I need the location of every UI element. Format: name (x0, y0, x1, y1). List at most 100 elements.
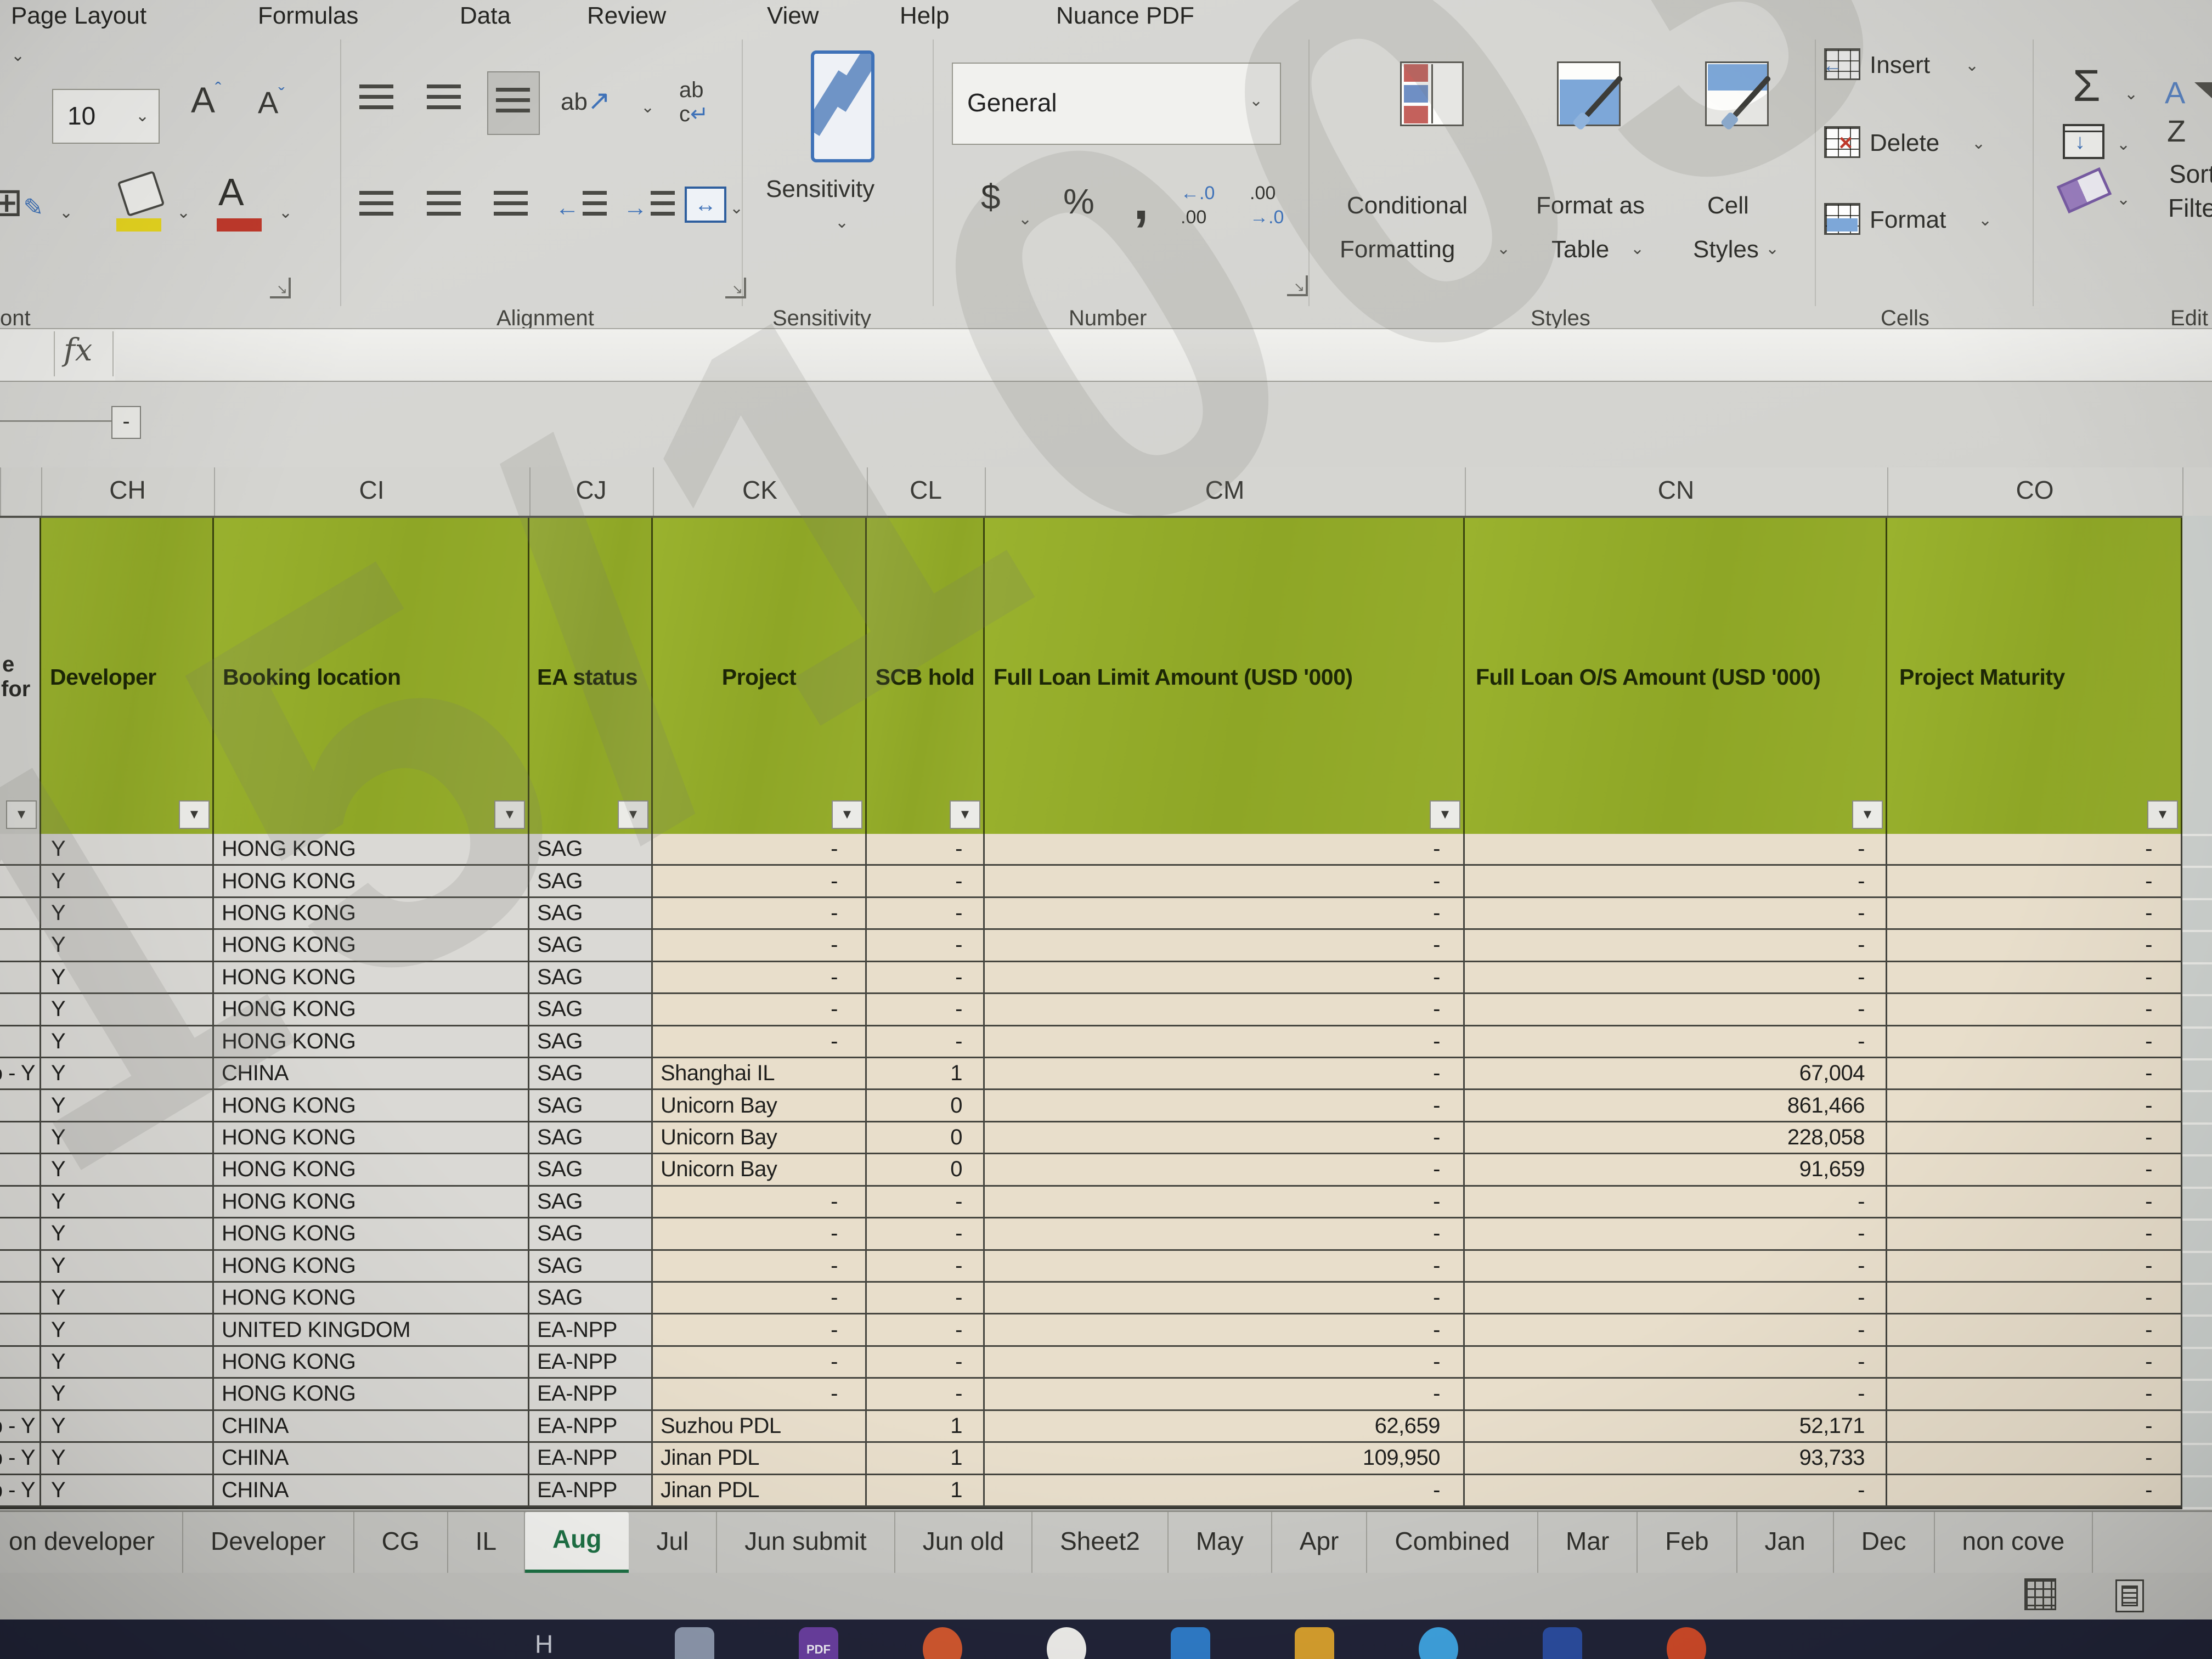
sheet-tab-jan[interactable]: Jan (1737, 1512, 1834, 1575)
align-center-icon[interactable] (427, 191, 461, 219)
cell[interactable]: Y (41, 994, 214, 1026)
cell[interactable]: - (867, 1379, 985, 1410)
ribbon-tab-data[interactable]: Data (460, 2, 511, 30)
cell[interactable]: - (1887, 1058, 2182, 1090)
sheet-tab-jun-old[interactable]: Jun old (895, 1512, 1032, 1575)
cell[interactable]: 0 (867, 1122, 985, 1154)
ribbon-tab-view[interactable]: View (767, 2, 819, 30)
cell[interactable]: - (985, 1187, 1465, 1218)
cell[interactable] (0, 898, 41, 930)
cell[interactable]: HONG KONG (214, 1283, 529, 1314)
accounting-format-icon[interactable]: $ (981, 177, 1001, 217)
cell[interactable]: Y (41, 898, 214, 930)
cell[interactable]: SAG (529, 898, 653, 930)
header-cell[interactable]: SCB hold (867, 518, 985, 836)
cell[interactable]: 1 (867, 1443, 985, 1475)
cell[interactable] (0, 1283, 41, 1314)
cell[interactable]: o - Y (0, 1058, 41, 1090)
dock-app-red[interactable] (1667, 1627, 1706, 1659)
cell[interactable]: - (1887, 898, 2182, 930)
outline-collapse-button[interactable]: - (111, 406, 141, 439)
cell[interactable]: HONG KONG (214, 1379, 529, 1410)
header-cell[interactable]: Developer (41, 518, 214, 836)
cell[interactable] (0, 1379, 41, 1410)
cell[interactable]: - (653, 1314, 867, 1346)
alignment-dialog-launcher-icon[interactable] (725, 278, 746, 298)
cell[interactable]: - (1887, 1122, 2182, 1154)
dock-app-gold[interactable] (1295, 1627, 1334, 1659)
cell[interactable] (0, 1251, 41, 1283)
cell[interactable]: Y (41, 1058, 214, 1090)
cell[interactable]: - (1465, 866, 1887, 898)
cell[interactable]: - (985, 1379, 1465, 1410)
dock-app-sky[interactable] (1419, 1627, 1458, 1659)
cell[interactable]: - (985, 834, 1465, 866)
column-letter[interactable]: CM (1205, 475, 1245, 505)
cell[interactable]: - (1465, 1347, 1887, 1379)
cell[interactable]: - (1465, 994, 1887, 1026)
clear-icon[interactable] (2057, 167, 2112, 213)
number-format-select[interactable]: General ⌄ (952, 63, 1281, 145)
comma-style-icon[interactable]: , (1133, 169, 1149, 232)
cell[interactable]: - (1887, 1347, 2182, 1379)
cell[interactable]: - (867, 994, 985, 1026)
cell[interactable]: SAG (529, 1122, 653, 1154)
number-format-chevron-icon[interactable]: ⌄ (1249, 91, 1263, 110)
align-left-icon[interactable] (359, 191, 393, 219)
cell[interactable]: Y (41, 962, 214, 994)
cell[interactable]: HONG KONG (214, 1187, 529, 1218)
cell[interactable]: SAG (529, 1283, 653, 1314)
cell[interactable]: - (1465, 1283, 1887, 1314)
font-size-input[interactable]: 10 ⌄ (52, 89, 160, 144)
cell[interactable]: - (985, 962, 1465, 994)
header-cell[interactable]: Project (653, 518, 867, 836)
cell[interactable]: 228,058 (1465, 1122, 1887, 1154)
dock-app-blue[interactable] (1171, 1627, 1210, 1659)
cell[interactable]: - (985, 1314, 1465, 1346)
cell[interactable]: Jinan PDL (653, 1443, 867, 1475)
header-cell[interactable]: Full Loan Limit Amount (USD '000) (985, 518, 1465, 836)
cell[interactable] (0, 866, 41, 898)
cell[interactable]: Unicorn Bay (653, 1090, 867, 1122)
sheet-tab-may[interactable]: May (1169, 1512, 1272, 1575)
cell[interactable] (0, 1187, 41, 1218)
number-dialog-launcher-icon[interactable] (1287, 275, 1308, 296)
cell[interactable]: - (1887, 1251, 2182, 1283)
cell[interactable]: CHINA (214, 1443, 529, 1475)
font-color-chevron-icon[interactable]: ⌄ (279, 203, 292, 222)
cell[interactable]: - (867, 1314, 985, 1346)
cell[interactable]: - (1887, 866, 2182, 898)
cell[interactable]: - (1887, 1379, 2182, 1410)
cell[interactable]: - (653, 866, 867, 898)
sheet-tab-developer[interactable]: Developer (183, 1512, 354, 1575)
cell[interactable]: - (1887, 1090, 2182, 1122)
cell[interactable]: - (985, 1154, 1465, 1186)
filter-dropdown-button[interactable] (494, 800, 525, 829)
cell[interactable]: - (653, 1187, 867, 1218)
filter-dropdown-button[interactable] (618, 800, 648, 829)
cell[interactable]: Y (41, 1026, 214, 1058)
cell[interactable]: 91,659 (1465, 1154, 1887, 1186)
sheet-tab-jun-submit[interactable]: Jun submit (717, 1512, 895, 1575)
cell[interactable] (0, 1218, 41, 1250)
cell[interactable]: 93,733 (1465, 1443, 1887, 1475)
cell[interactable]: - (1887, 1475, 2182, 1507)
cell[interactable]: - (1887, 1218, 2182, 1250)
cell[interactable]: - (985, 866, 1465, 898)
dock-app-pdf[interactable]: PDF (799, 1627, 838, 1659)
cell[interactable]: EA-NPP (529, 1314, 653, 1346)
cell[interactable]: - (1465, 1026, 1887, 1058)
insert-function-icon[interactable]: fx (64, 332, 92, 368)
cell[interactable]: 1 (867, 1411, 985, 1443)
fill-color-chevron-icon[interactable]: ⌄ (177, 203, 190, 222)
cell[interactable]: - (985, 898, 1465, 930)
dock-app-clock[interactable] (1047, 1627, 1086, 1659)
filter-dropdown-button[interactable] (832, 800, 862, 829)
cell[interactable]: - (653, 1218, 867, 1250)
cell[interactable]: Y (41, 1283, 214, 1314)
cell[interactable]: - (1465, 1251, 1887, 1283)
filter-dropdown-button[interactable] (6, 800, 37, 829)
cell[interactable]: 109,950 (985, 1443, 1465, 1475)
cell[interactable]: - (1465, 1187, 1887, 1218)
accounting-chevron-icon[interactable]: ⌄ (1018, 210, 1032, 229)
